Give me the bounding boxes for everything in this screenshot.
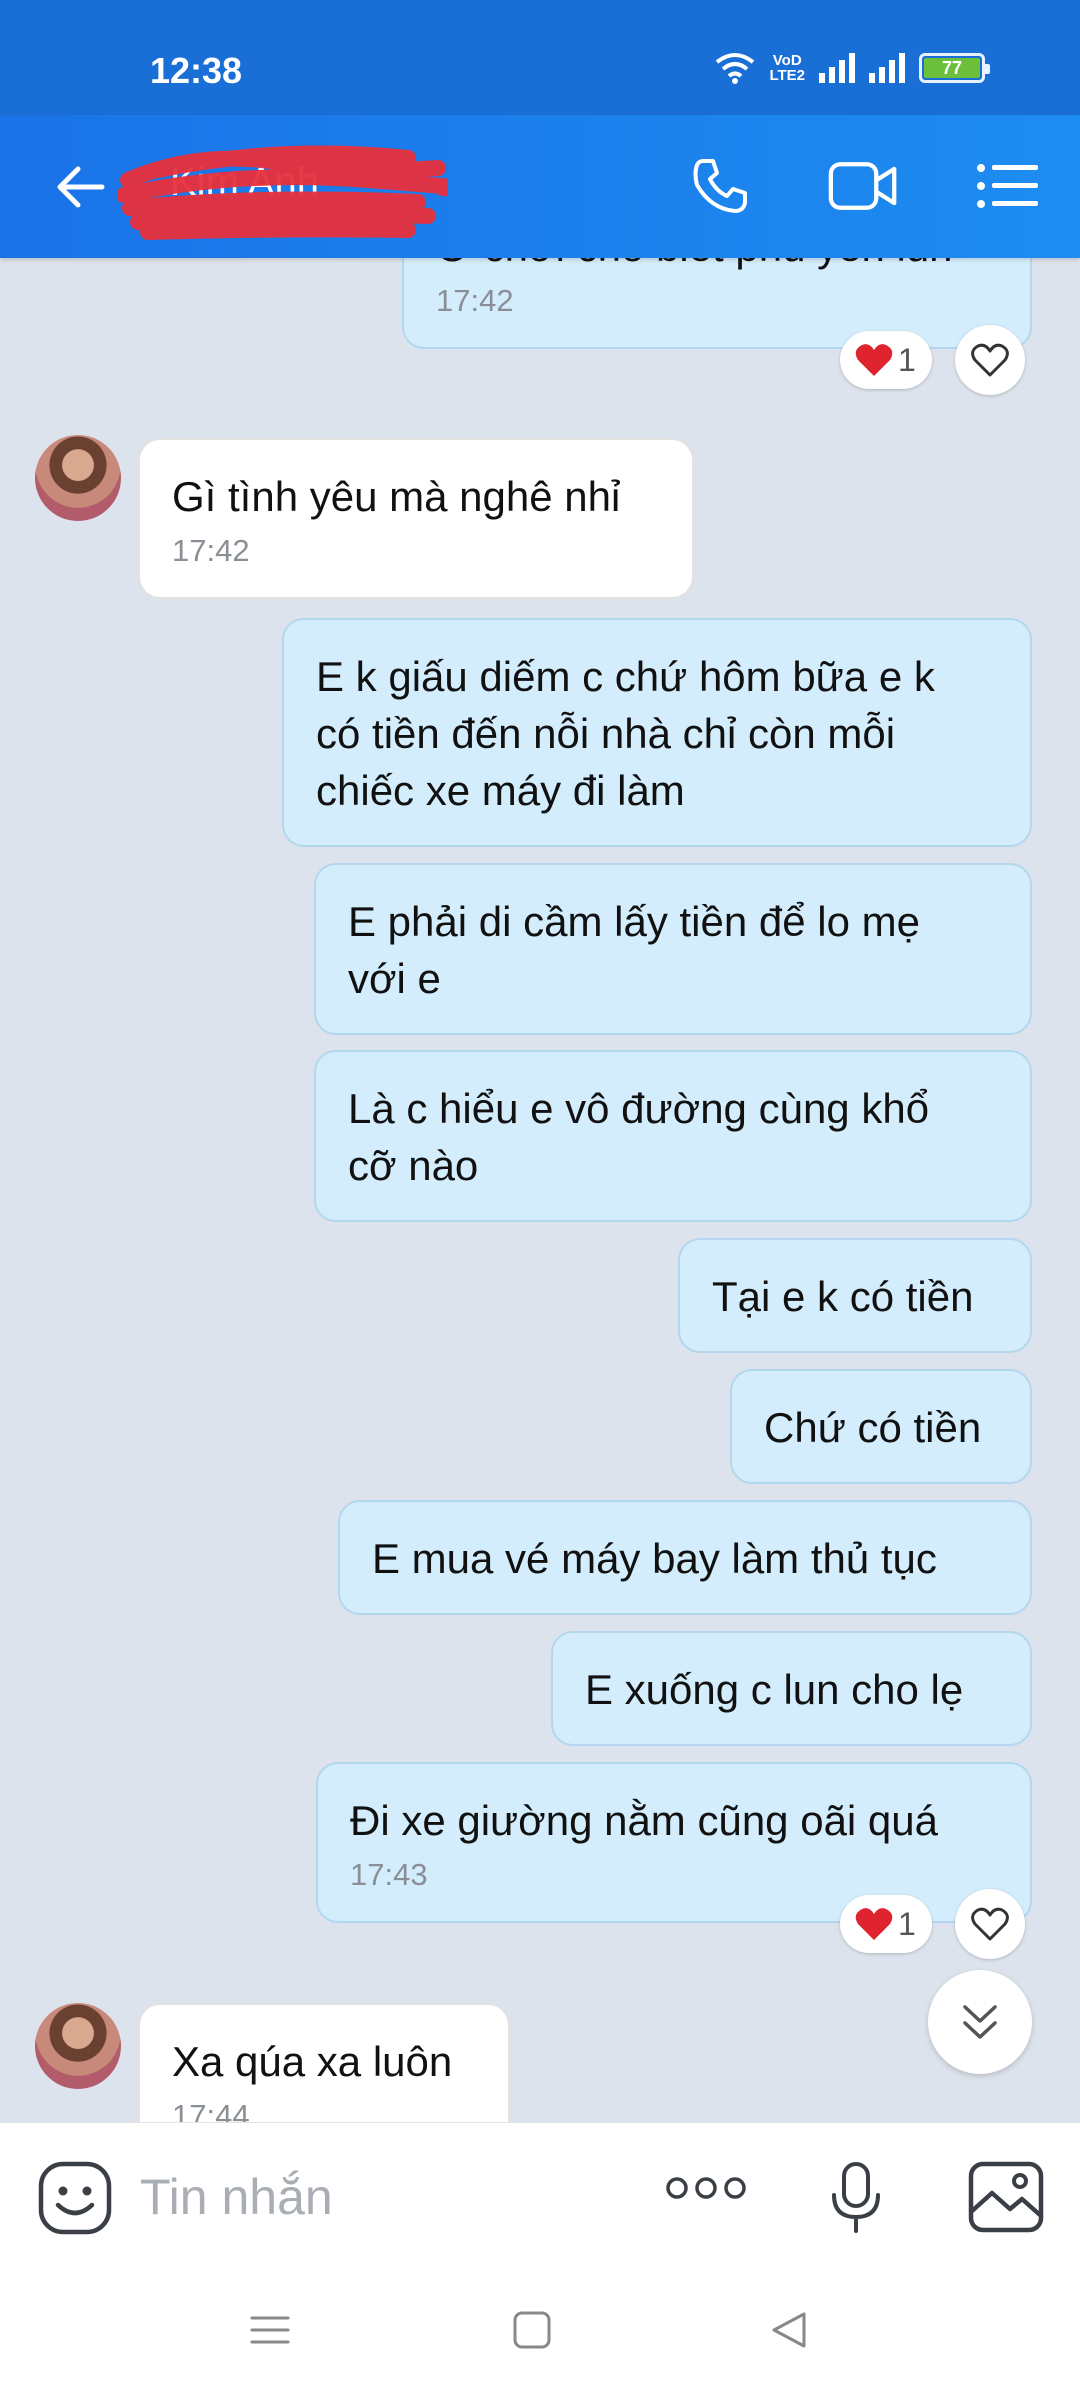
message-text: E k giấu diếm c chứ hôm bữa e k có tiền … (316, 653, 935, 814)
network-type-icon: VoD LTE2 (769, 52, 805, 84)
message-text: Đi xe giường nằm cũng oãi quá (350, 1797, 938, 1844)
phone-icon (693, 159, 747, 213)
contact-avatar[interactable] (35, 2003, 121, 2089)
image-icon (968, 2161, 1044, 2233)
square-home-icon (513, 2311, 551, 2349)
message-text: E xuống c lun cho lẹ (585, 1666, 964, 1713)
contact-avatar[interactable] (35, 435, 121, 521)
emoji-button[interactable] (38, 2161, 112, 2240)
back-button[interactable] (50, 157, 110, 217)
message-input[interactable] (140, 2159, 610, 2235)
voice-message-button[interactable] (830, 2161, 882, 2240)
arrow-left-icon (57, 166, 105, 208)
video-call-button[interactable] (828, 151, 898, 221)
signal-1-icon (819, 53, 855, 83)
message-time: 17:42 (436, 283, 514, 318)
photo-gallery-button[interactable] (968, 2161, 1044, 2238)
reaction-count: 1 (898, 1905, 916, 1942)
heart-outline-icon (971, 1907, 1009, 1941)
message-bubble-outgoing[interactable]: Là c hiểu e vô đường cùng khổ cỡ nào (314, 1050, 1032, 1222)
more-dots-icon (666, 2177, 746, 2199)
signal-2-icon (869, 53, 905, 83)
message-bubble-incoming[interactable]: Gì tình yêu mà nghê nhỉ 17:42 (138, 438, 694, 599)
message-bubble-outgoing[interactable]: Chứ có tiền (730, 1369, 1032, 1484)
message-text: E mua vé máy bay làm thủ tục (372, 1535, 937, 1582)
react-heart-button[interactable] (955, 325, 1025, 395)
call-button[interactable] (685, 151, 755, 221)
double-chevron-down-icon (963, 2005, 997, 2039)
video-camera-icon (828, 162, 897, 210)
recent-apps-button[interactable] (250, 2310, 290, 2355)
heart-filled-icon (855, 344, 893, 376)
triangle-back-icon (772, 2312, 806, 2348)
message-composer (0, 2122, 1080, 2270)
reaction-summary[interactable]: 1 (840, 331, 932, 389)
wifi-icon (716, 53, 755, 84)
heart-filled-icon (855, 1908, 893, 1940)
status-bar: 12:38 VoD LTE2 77 (0, 0, 1080, 115)
message-bubble-outgoing[interactable]: Ở chơi cho biết phú yên lun 17:42 (402, 258, 1032, 349)
message-time: 17:43 (350, 1857, 428, 1892)
message-bubble-outgoing[interactable]: E mua vé máy bay làm thủ tục (338, 1500, 1032, 1615)
menu-button[interactable] (972, 151, 1042, 221)
message-text: Tại e k có tiền (712, 1273, 974, 1320)
message-time: 17:42 (172, 533, 250, 568)
message-text: Xa qúa xa luôn (172, 2038, 453, 2085)
menu-lines-icon (250, 2316, 290, 2344)
status-icons: VoD LTE2 77 (715, 52, 990, 84)
more-options-button[interactable] (665, 2175, 747, 2206)
message-bubble-outgoing[interactable]: Đi xe giường nằm cũng oãi quá 17:43 (316, 1762, 1032, 1923)
message-text: Là c hiểu e vô đường cùng khổ cỡ nào (348, 1085, 930, 1189)
home-button[interactable] (512, 2310, 552, 2355)
message-bubble-incoming[interactable]: Xa qúa xa luôn 17:44 (138, 2003, 510, 2122)
message-text: Gì tình yêu mà nghê nhỉ (172, 473, 621, 520)
system-navigation-bar (0, 2270, 1080, 2400)
reaction-count: 1 (898, 341, 916, 378)
message-text: Ở chơi cho biết phú yên lun (436, 258, 998, 275)
reaction-summary[interactable]: 1 (840, 1895, 932, 1953)
message-time: 17:44 (172, 2098, 250, 2122)
chat-header: Kim Anh (0, 115, 1080, 258)
message-text: E phải di cầm lấy tiền để lo mẹ với e (348, 898, 920, 1002)
message-bubble-outgoing[interactable]: E k giấu diếm c chứ hôm bữa e k có tiền … (282, 618, 1032, 847)
redaction-scribble (118, 145, 448, 240)
message-bubble-outgoing[interactable]: Tại e k có tiền (678, 1238, 1032, 1353)
back-nav-button[interactable] (768, 2310, 808, 2355)
message-text: Chứ có tiền (764, 1404, 982, 1451)
list-menu-icon (977, 164, 1038, 208)
heart-outline-icon (971, 343, 1009, 377)
scroll-to-bottom-button[interactable] (928, 1970, 1032, 2074)
battery-level: 77 (924, 58, 980, 78)
microphone-icon (832, 2162, 880, 2233)
message-list[interactable]: Ở chơi cho biết phú yên lun 17:42 1 Gì t… (0, 258, 1080, 2122)
react-heart-button[interactable] (955, 1889, 1025, 1959)
sticker-smiley-icon (38, 2161, 112, 2235)
battery-icon: 77 (919, 53, 990, 83)
message-bubble-outgoing[interactable]: E xuống c lun cho lẹ (551, 1631, 1032, 1746)
status-time: 12:38 (150, 50, 243, 91)
message-bubble-outgoing[interactable]: E phải di cầm lấy tiền để lo mẹ với e (314, 863, 1032, 1035)
